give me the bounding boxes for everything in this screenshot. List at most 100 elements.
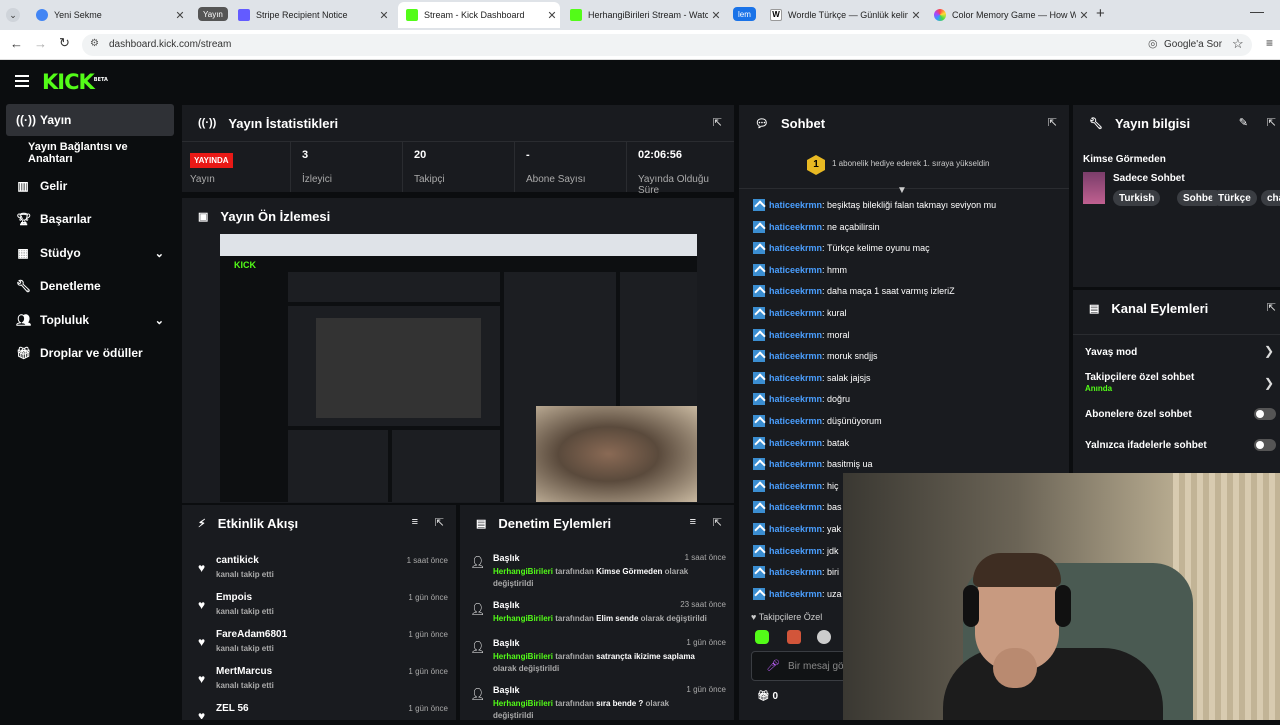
chat-username[interactable]: haticeekrmn: [769, 330, 822, 340]
event-user[interactable]: ZEL 56: [216, 703, 249, 714]
heart-icon: ♥: [198, 635, 206, 649]
google-lens-icon[interactable]: ◎: [1148, 37, 1158, 50]
chat-username[interactable]: haticeekrmn: [769, 286, 822, 296]
chat-username[interactable]: haticeekrmn: [769, 481, 822, 491]
tab-group-lem[interactable]: lem: [733, 7, 756, 21]
sidebar-item-gelir[interactable]: ▥ Gelir: [6, 170, 174, 202]
sidebar-item-basarilar[interactable]: 🏆︎ Başarılar: [6, 203, 174, 235]
stat-takipci: 20 Takipçi: [414, 149, 445, 185]
expand-icon[interactable]: ⇱: [713, 116, 722, 129]
kick-logo[interactable]: KICKBETA: [42, 70, 108, 94]
chat-username[interactable]: haticeekrmn: [769, 351, 822, 361]
reload-icon[interactable]: ↻: [59, 35, 70, 51]
filter-icon[interactable]: ≡: [690, 516, 696, 528]
tab-kick-watch[interactable]: HerhangiBirileri Stream - Watch ✕: [562, 2, 724, 28]
expand-icon[interactable]: ⇱: [1267, 116, 1276, 129]
chat-username[interactable]: haticeekrmn: [769, 200, 822, 210]
chat-username[interactable]: haticeekrmn: [769, 416, 822, 426]
chat-username[interactable]: haticeekrmn: [769, 546, 822, 556]
event-user[interactable]: MertMarcus: [216, 666, 272, 677]
verified-badge-icon: [753, 436, 765, 449]
expand-icon[interactable]: ⇱: [1267, 301, 1276, 314]
chat-username[interactable]: haticeekrmn: [769, 524, 822, 534]
expand-icon[interactable]: ⇱: [1048, 116, 1057, 129]
filter-icon[interactable]: ≡: [412, 516, 418, 528]
tab-kick-dashboard[interactable]: Stream - Kick Dashboard ✕: [398, 2, 560, 28]
new-tab-button[interactable]: +: [1096, 5, 1105, 22]
tab-stripe[interactable]: Stripe Recipient Notice ✕: [230, 2, 392, 28]
moderator-name[interactable]: HerhangiBirileri: [493, 652, 553, 661]
gift-icon[interactable]: 🎁︎: [757, 691, 770, 702]
stream-preview-video[interactable]: KICK: [220, 234, 697, 502]
event-user[interactable]: FareAdam6801: [216, 629, 287, 640]
chat-username[interactable]: haticeekrmn: [769, 438, 822, 448]
lightning-icon: ⚡︎: [198, 517, 206, 530]
tag-pill[interactable]: cha: [1261, 190, 1280, 206]
emote-face-icon[interactable]: [787, 630, 801, 644]
moderator-name[interactable]: HerhangiBirileri: [493, 614, 553, 623]
close-icon[interactable]: ✕: [172, 9, 188, 22]
expand-icon[interactable]: ⇱: [435, 516, 444, 529]
microphone-icon[interactable]: 🎤︎: [766, 659, 780, 672]
chat-username[interactable]: haticeekrmn: [769, 459, 822, 469]
chat-message: haticeekrmn: yak: [753, 521, 841, 537]
tag-pill[interactable]: Turkish: [1113, 190, 1161, 206]
bookmark-star-icon[interactable]: ☆: [1232, 36, 1244, 52]
close-icon[interactable]: ✕: [708, 9, 724, 22]
sidebar-item-droplar[interactable]: 🎁︎ Droplar ve ödüller: [6, 337, 174, 369]
tab-search-icon[interactable]: ⌄: [6, 8, 20, 22]
close-icon[interactable]: ✕: [908, 9, 924, 22]
category-name[interactable]: Sadece Sohbet: [1113, 173, 1185, 184]
chat-username[interactable]: haticeekrmn: [769, 373, 822, 383]
chat-username[interactable]: haticeekrmn: [769, 589, 822, 599]
moderator-name[interactable]: HerhangiBirileri: [493, 699, 553, 708]
event-time: 1 gün önce: [408, 667, 448, 676]
chat-username[interactable]: haticeekrmn: [769, 502, 822, 512]
emotes-only-toggle[interactable]: [1254, 439, 1276, 451]
tab-wordle[interactable]: W Wordle Türkçe — Günlük kelim ✕: [762, 2, 924, 28]
tab-label: Color Memory Game — How W: [952, 10, 1076, 20]
sidebar-item-topluluk[interactable]: 👥︎ Topluluk ⌄: [6, 304, 174, 336]
menu-icon[interactable]: ≡: [1266, 36, 1273, 50]
emote-green-icon[interactable]: [755, 630, 769, 644]
chat-username[interactable]: haticeekrmn: [769, 243, 822, 253]
forward-icon[interactable]: →: [34, 36, 47, 51]
edit-pencil-icon[interactable]: ✎: [1239, 116, 1248, 129]
tab-new[interactable]: Yeni Sekme ✕: [28, 2, 188, 28]
sidebar-item-denetleme[interactable]: 🔧︎ Denetleme: [6, 270, 174, 302]
url-field[interactable]: ⚙ dashboard.kick.com/stream ◎ Google'a S…: [82, 34, 1252, 56]
tab-color-memory[interactable]: Color Memory Game — How W ✕: [926, 2, 1092, 28]
sidebar-item-stream-key[interactable]: Yayın Bağlantısı ve Anahtarı: [6, 137, 174, 169]
subscribers-only-toggle[interactable]: [1254, 408, 1276, 420]
chat-username[interactable]: haticeekrmn: [769, 308, 822, 318]
followers-only-chat-sub: Anında: [1085, 384, 1113, 393]
event-user[interactable]: Empois: [216, 592, 252, 603]
chat-username[interactable]: haticeekrmn: [769, 567, 822, 577]
chat-username[interactable]: haticeekrmn: [769, 222, 822, 232]
chevron-right-icon[interactable]: ❯: [1264, 376, 1274, 390]
close-icon[interactable]: ✕: [1076, 9, 1092, 22]
expand-icon[interactable]: ⇱: [713, 516, 722, 529]
sidebar-item-studyo[interactable]: ▦ Stüdyo ⌄: [6, 237, 174, 269]
emote-ball-icon[interactable]: [817, 630, 831, 644]
google-sor-button[interactable]: Google'a Sor: [1164, 39, 1222, 50]
hamburger-menu-icon[interactable]: [15, 75, 29, 87]
event-user[interactable]: cantikick: [216, 555, 259, 566]
browser-tab-bar: ⌄ Yeni Sekme ✕ Yayın Stripe Recipient No…: [0, 0, 1280, 30]
chat-username[interactable]: haticeekrmn: [769, 265, 822, 275]
close-icon[interactable]: ✕: [376, 9, 392, 22]
close-icon[interactable]: ✕: [544, 9, 560, 22]
minimize-icon[interactable]: —: [1250, 3, 1264, 19]
stat-sure: 02:06:56 Yayında Olduğu Süre: [638, 149, 728, 193]
scroll-down-icon[interactable]: ▼: [897, 185, 907, 196]
sidebar-item-yayin[interactable]: ((·)) Yayın: [6, 104, 174, 136]
site-info-icon[interactable]: ⚙: [90, 38, 99, 49]
preview-panel: [288, 430, 388, 502]
subscribers-only-label: Abonelere özel sohbet: [1085, 409, 1192, 420]
back-icon[interactable]: ←: [10, 36, 23, 51]
moderator-name[interactable]: HerhangiBirileri: [493, 567, 553, 576]
tab-group-yayin[interactable]: Yayın: [198, 7, 228, 21]
tag-pill[interactable]: Türkçe: [1212, 190, 1257, 206]
chevron-right-icon[interactable]: ❯: [1264, 344, 1274, 358]
chat-username[interactable]: haticeekrmn: [769, 394, 822, 404]
